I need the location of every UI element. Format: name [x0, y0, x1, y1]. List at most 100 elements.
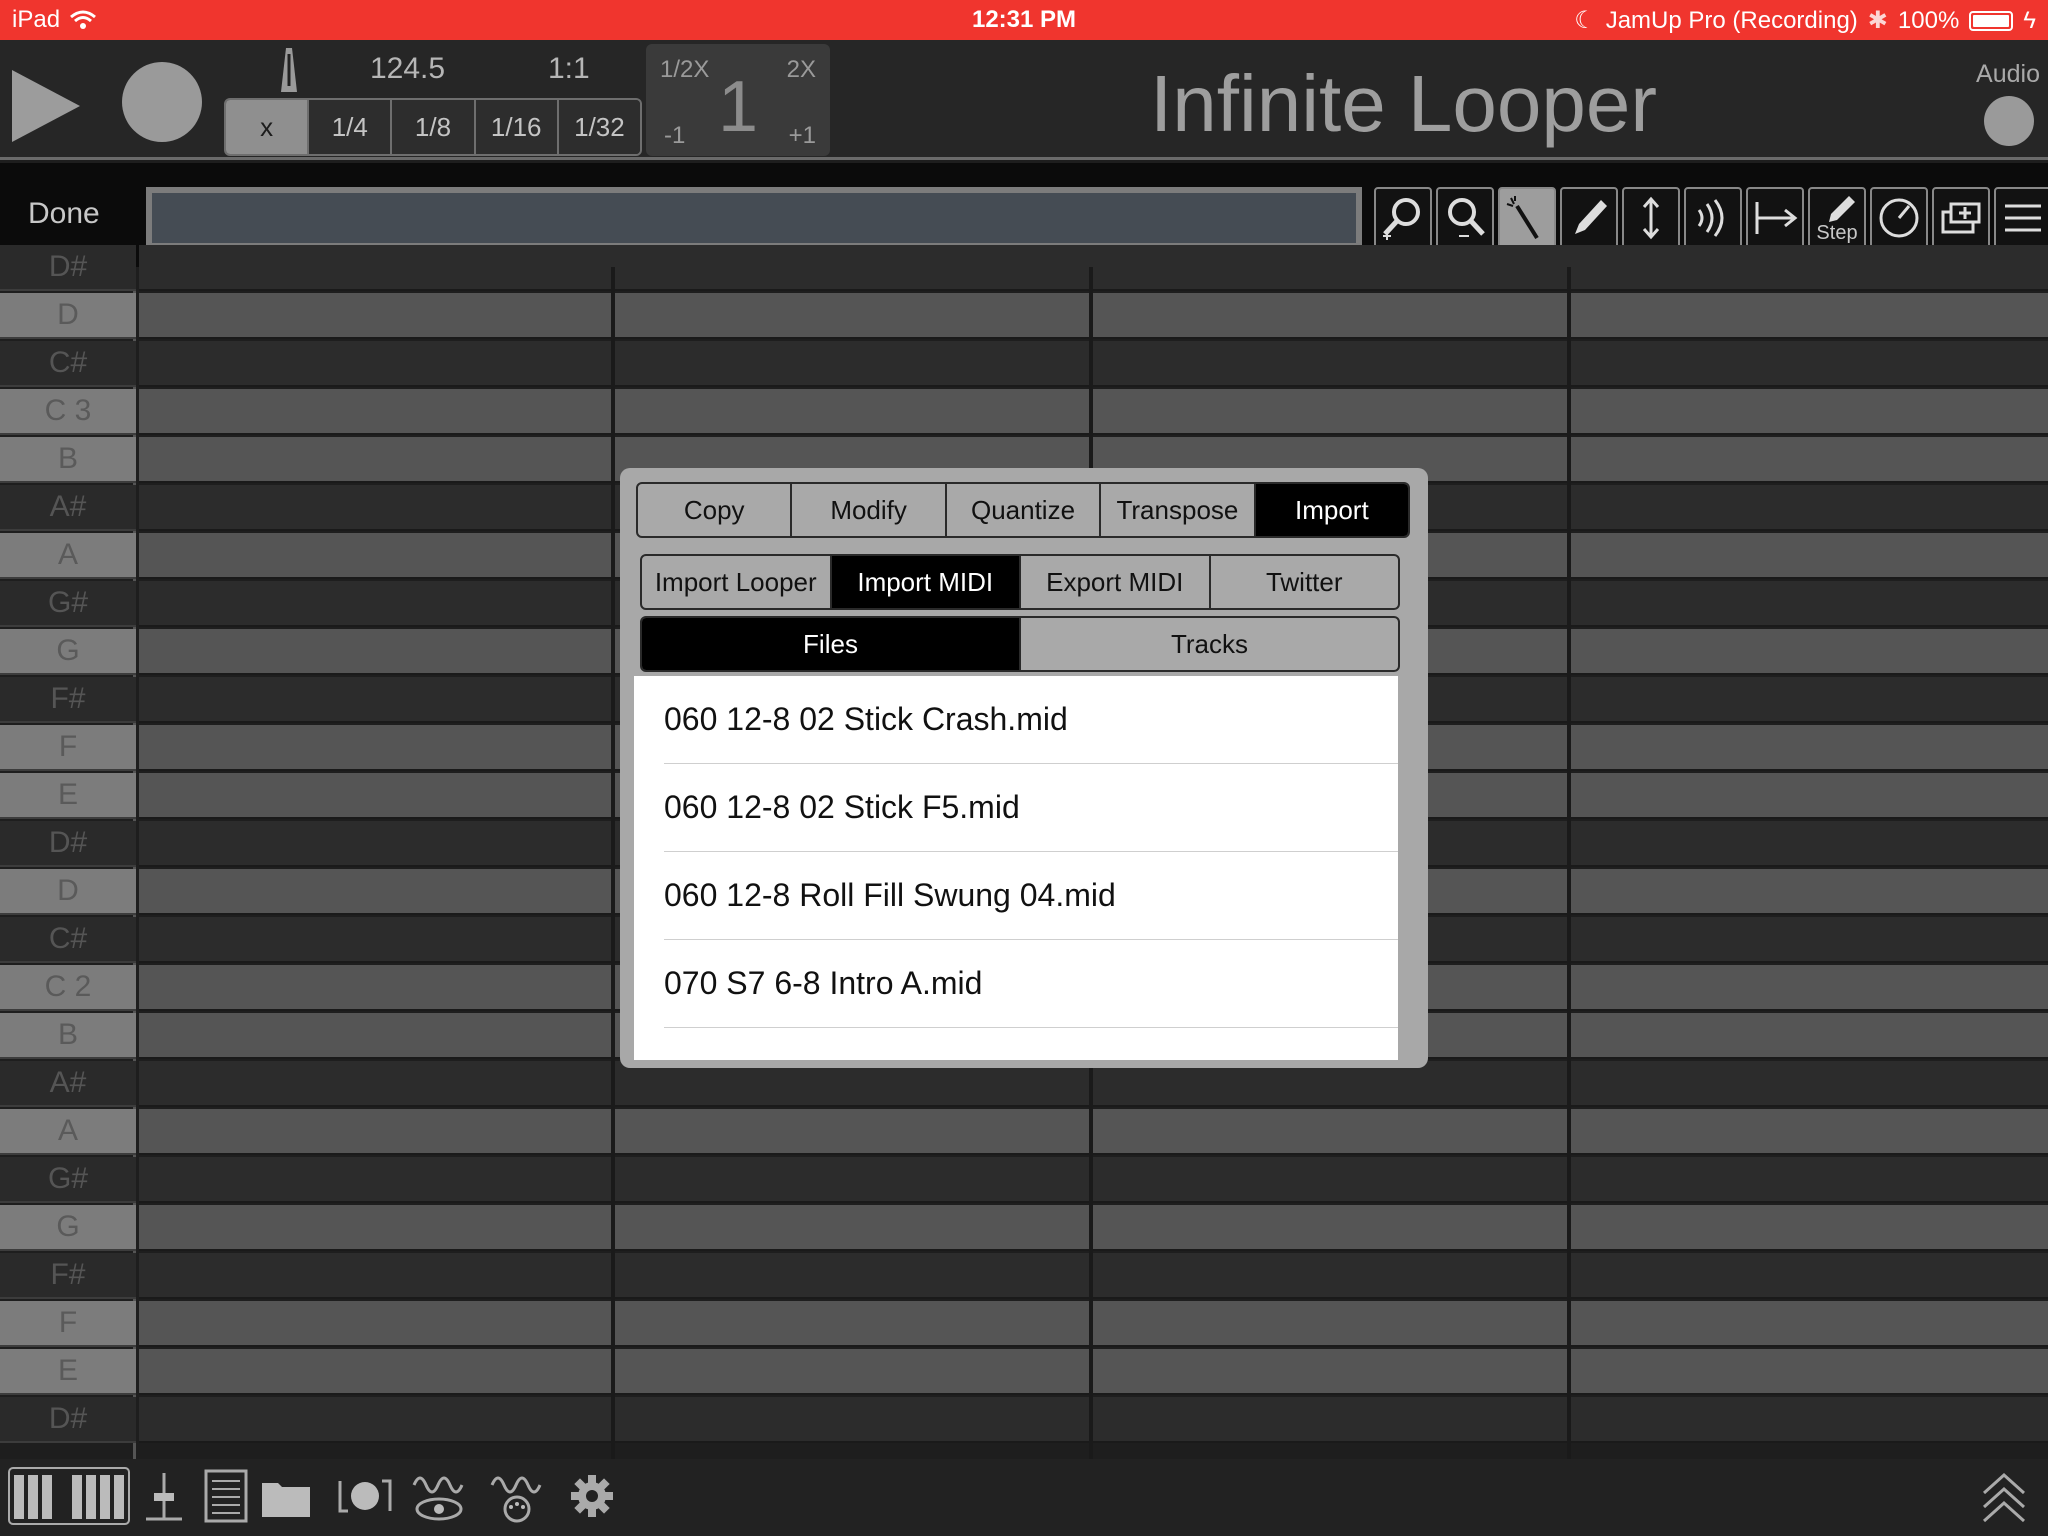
- collapse-button[interactable]: [1976, 1467, 2032, 1525]
- mixer-button[interactable]: [136, 1467, 192, 1525]
- tab-tracks[interactable]: Tracks: [1021, 618, 1398, 670]
- piano-key[interactable]: D#: [0, 1397, 136, 1443]
- tool-group: Step: [1374, 187, 2048, 249]
- vertical-arrow-icon: [1642, 196, 1660, 240]
- piano-key[interactable]: G#: [0, 581, 136, 627]
- piano-key[interactable]: F: [0, 1301, 136, 1347]
- piano-key[interactable]: B: [0, 437, 136, 483]
- tab-copy[interactable]: Copy: [638, 484, 793, 536]
- step-button[interactable]: Step: [1808, 187, 1866, 249]
- loop-record-button[interactable]: [334, 1467, 396, 1525]
- piano-key[interactable]: F#: [0, 677, 136, 723]
- tab-modify[interactable]: Modify: [792, 484, 947, 536]
- tab-import-looper[interactable]: Import Looper: [642, 556, 832, 608]
- list-item[interactable]: 070 S7 6-8 Intro A.mid: [664, 940, 1398, 1028]
- note-lane[interactable]: [139, 1397, 2048, 1443]
- track-overview-bar[interactable]: [146, 187, 1362, 249]
- speed-minus-label[interactable]: -1: [664, 122, 685, 150]
- play-button[interactable]: [12, 70, 80, 142]
- quantize-option-sixteenth[interactable]: 1/16: [475, 100, 559, 154]
- note-lane[interactable]: [139, 341, 2048, 387]
- note-lane[interactable]: [139, 1205, 2048, 1251]
- folder-button[interactable]: [258, 1467, 314, 1525]
- tab-export-midi[interactable]: Export MIDI: [1021, 556, 1211, 608]
- zoom-in-button[interactable]: [1374, 187, 1432, 249]
- midi-wave-button[interactable]: [488, 1467, 546, 1525]
- device-name: iPad: [12, 6, 61, 33]
- tab-files[interactable]: Files: [642, 618, 1021, 670]
- piano-key[interactable]: A#: [0, 485, 136, 531]
- file-list[interactable]: 060 12-8 02 Stick Crash.mid 060 12-8 02 …: [634, 676, 1398, 1060]
- quantize-option-x[interactable]: x: [226, 100, 310, 154]
- notes-list-icon: [204, 1469, 248, 1523]
- zoom-out-button[interactable]: [1436, 187, 1494, 249]
- quantize-option-thirty-second[interactable]: 1/32: [558, 100, 640, 154]
- bar-line: [1567, 267, 1571, 1459]
- record-button[interactable]: [122, 62, 202, 142]
- piano-key[interactable]: E: [0, 1349, 136, 1395]
- note-lane[interactable]: [139, 389, 2048, 435]
- magic-wand-button[interactable]: [1498, 187, 1556, 249]
- add-track-button[interactable]: [1932, 187, 1990, 249]
- piano-key[interactable]: C#: [0, 917, 136, 963]
- folder-icon: [262, 1483, 310, 1517]
- piano-key[interactable]: A: [0, 533, 136, 579]
- piano-key[interactable]: C 3: [0, 389, 136, 435]
- tab-import-midi[interactable]: Import MIDI: [831, 556, 1021, 608]
- notes-list-button[interactable]: [202, 1467, 250, 1525]
- note-lane[interactable]: [139, 1157, 2048, 1203]
- piano-key[interactable]: D: [0, 293, 136, 339]
- speed-control[interactable]: 1/2X 2X 1 -1 +1: [646, 44, 830, 156]
- piano-key[interactable]: G: [0, 1205, 136, 1251]
- piano-key[interactable]: F: [0, 725, 136, 771]
- bottom-toolbar: [0, 1459, 2048, 1536]
- metronome-icon[interactable]: [275, 46, 303, 94]
- piano-key[interactable]: E: [0, 773, 136, 819]
- piano-key[interactable]: D#: [0, 821, 136, 867]
- knob-button[interactable]: [1870, 187, 1928, 249]
- velocity-icon: [1697, 199, 1724, 237]
- piano-keys-button[interactable]: [8, 1467, 130, 1525]
- vertical-move-button[interactable]: [1622, 187, 1680, 249]
- tab-transpose[interactable]: Transpose: [1101, 484, 1256, 536]
- quantize-option-quarter[interactable]: 1/4: [309, 100, 393, 154]
- app-window: iPad 12:31 PM ☾ JamUp Pro (Recording) ✱ …: [0, 0, 2048, 1536]
- piano-key[interactable]: G#: [0, 1157, 136, 1203]
- audio-indicator[interactable]: [1984, 96, 2034, 146]
- piano-key[interactable]: C 2: [0, 965, 136, 1011]
- piano-key[interactable]: C#: [0, 341, 136, 387]
- piano-key[interactable]: D#: [0, 245, 136, 291]
- velocity-button[interactable]: [1684, 187, 1742, 249]
- bar-line: [611, 267, 615, 1459]
- note-lane[interactable]: [139, 1109, 2048, 1155]
- list-item[interactable]: 060 12-8 Roll Fill Swung 04.mid: [664, 852, 1398, 940]
- note-lane[interactable]: [139, 1253, 2048, 1299]
- note-lane[interactable]: [139, 1301, 2048, 1347]
- piano-key[interactable]: D: [0, 869, 136, 915]
- note-lane[interactable]: [139, 245, 2048, 291]
- piano-key[interactable]: A: [0, 1109, 136, 1155]
- visualize-button[interactable]: [410, 1467, 468, 1525]
- piano-key[interactable]: A#: [0, 1061, 136, 1107]
- tempo-display[interactable]: 124.5: [370, 52, 445, 86]
- tab-quantize[interactable]: Quantize: [947, 484, 1102, 536]
- list-item[interactable]: 060 12-8 02 Stick F5.mid: [664, 764, 1398, 852]
- quantize-option-eighth[interactable]: 1/8: [392, 100, 476, 154]
- note-lane[interactable]: [139, 293, 2048, 339]
- piano-key[interactable]: F#: [0, 1253, 136, 1299]
- pencil-button[interactable]: [1560, 187, 1618, 249]
- settings-button[interactable]: [566, 1467, 618, 1525]
- list-item[interactable]: 060 12-8 02 Stick Crash.mid: [664, 676, 1398, 764]
- tab-twitter[interactable]: Twitter: [1211, 556, 1399, 608]
- loop-record-icon: [338, 1479, 392, 1513]
- menu-button[interactable]: [1994, 187, 2048, 249]
- piano-key[interactable]: G: [0, 629, 136, 675]
- done-button[interactable]: Done: [28, 197, 100, 231]
- tab-import[interactable]: Import: [1255, 484, 1408, 536]
- midi-wave-icon: [490, 1476, 542, 1523]
- note-length-button[interactable]: [1746, 187, 1804, 249]
- note-lane[interactable]: [139, 1349, 2048, 1395]
- piano-key[interactable]: B: [0, 1013, 136, 1059]
- list-item[interactable]: [664, 1028, 1398, 1060]
- speed-plus-label[interactable]: +1: [789, 122, 816, 150]
